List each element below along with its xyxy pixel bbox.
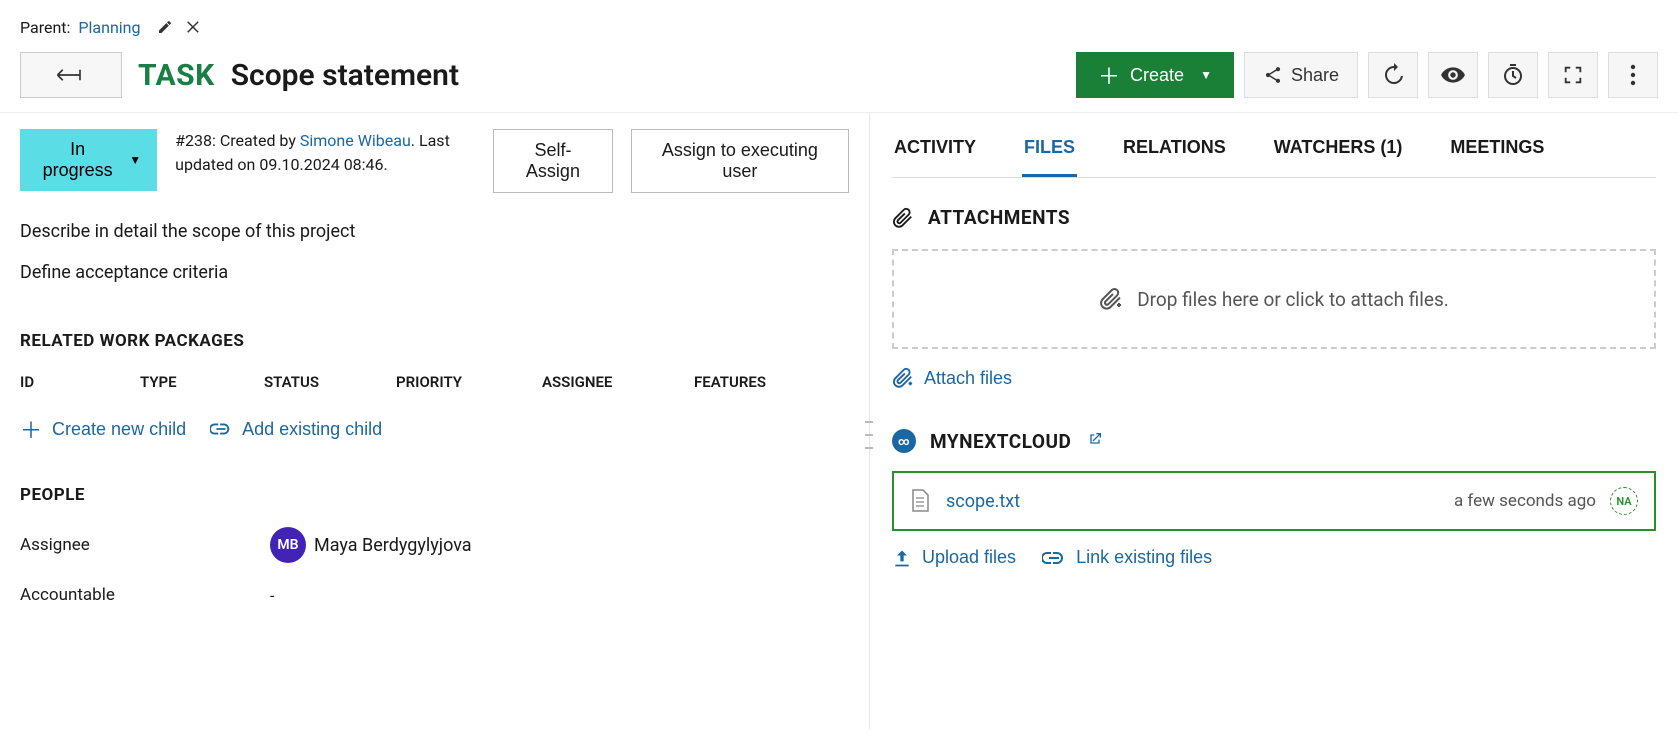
- plus-icon: ＋: [20, 413, 42, 445]
- col-assignee[interactable]: ASSIGNEE: [542, 373, 646, 391]
- tab-activity[interactable]: ACTIVITY: [892, 129, 978, 177]
- timer-button[interactable]: [1488, 52, 1538, 98]
- storage-header: ∞ MYNEXTCLOUD: [892, 429, 1656, 453]
- attach-files-label: Attach files: [924, 368, 1012, 389]
- related-section-title: RELATED WORK PACKAGES: [20, 331, 849, 351]
- chevron-down-icon: ▼: [129, 153, 141, 167]
- watch-button[interactable]: [1428, 52, 1478, 98]
- col-type[interactable]: TYPE: [140, 373, 216, 391]
- accountable-label: Accountable: [20, 585, 160, 605]
- upload-files-button[interactable]: Upload files: [892, 547, 1016, 568]
- edit-parent-icon[interactable]: [155, 17, 175, 37]
- file-time: a few seconds ago: [1454, 491, 1596, 511]
- author-link[interactable]: Simone Wibeau: [300, 131, 411, 150]
- people-section-title: PEOPLE: [20, 485, 849, 505]
- col-priority[interactable]: PRIORITY: [396, 373, 494, 391]
- create-child-button[interactable]: ＋ Create new child: [20, 413, 186, 445]
- tab-meetings[interactable]: MEETINGS: [1448, 129, 1546, 177]
- tab-bar: ACTIVITY FILES RELATIONS WATCHERS (1) ME…: [892, 129, 1656, 178]
- nextcloud-icon: ∞: [892, 429, 916, 453]
- accountable-row: Accountable -: [20, 585, 849, 605]
- description-line-1: Describe in detail the scope of this pro…: [20, 221, 849, 242]
- fullscreen-button[interactable]: [1548, 52, 1598, 98]
- tab-relations[interactable]: RELATIONS: [1121, 129, 1228, 177]
- history-icon: [1381, 63, 1405, 87]
- attach-icon: [892, 367, 914, 389]
- user-badge: NA: [1610, 487, 1638, 515]
- assignee-label: Assignee: [20, 535, 160, 555]
- create-button-label: Create: [1130, 65, 1184, 86]
- file-icon: [910, 489, 930, 513]
- file-name: scope.txt: [946, 491, 1020, 512]
- assignee-row: Assignee MB Maya Berdygylyjova: [20, 527, 849, 563]
- status-label: In progress: [36, 139, 119, 181]
- kebab-icon: [1630, 64, 1636, 86]
- close-parent-icon[interactable]: [183, 16, 205, 38]
- eye-icon: [1440, 62, 1466, 88]
- more-actions-button[interactable]: [1608, 52, 1658, 98]
- create-child-label: Create new child: [52, 419, 186, 440]
- related-table: ID TYPE STATUS PRIORITY ASSIGNEE FEATURE…: [20, 373, 849, 401]
- right-pane: ACTIVITY FILES RELATIONS WATCHERS (1) ME…: [870, 113, 1678, 729]
- self-assign-button[interactable]: Self-Assign: [493, 129, 613, 193]
- back-arrow-icon: [56, 65, 86, 85]
- type-badge: TASK: [138, 58, 215, 93]
- col-id[interactable]: ID: [20, 373, 92, 391]
- meta-prefix: #238: Created by: [175, 131, 300, 150]
- page-title[interactable]: Scope statement: [231, 58, 459, 93]
- fullscreen-icon: [1562, 64, 1584, 86]
- description-block[interactable]: Describe in detail the scope of this pro…: [20, 221, 849, 283]
- left-pane: In progress ▼ #238: Created by Simone Wi…: [0, 113, 870, 729]
- back-button[interactable]: [20, 52, 122, 98]
- add-existing-label: Add existing child: [242, 419, 382, 440]
- meta-text: #238: Created by Simone Wibeau. Last upd…: [175, 129, 475, 177]
- attach-icon: [1099, 287, 1123, 311]
- link-icon: [1042, 550, 1066, 566]
- assignee-value[interactable]: MB Maya Berdygylyjova: [270, 527, 472, 563]
- share-button-label: Share: [1291, 65, 1339, 86]
- parent-link[interactable]: Planning: [78, 18, 140, 37]
- paperclip-icon: [892, 207, 914, 229]
- share-icon: [1263, 65, 1283, 85]
- attachments-title: ATTACHMENTS: [928, 206, 1070, 229]
- assignee-name: Maya Berdygylyjova: [314, 535, 472, 556]
- link-icon: [210, 422, 232, 436]
- link-existing-button[interactable]: Link existing files: [1042, 547, 1212, 568]
- tab-watchers[interactable]: WATCHERS (1): [1272, 129, 1405, 177]
- file-row[interactable]: scope.txt a few seconds ago NA: [892, 471, 1656, 531]
- upload-icon: [892, 548, 912, 568]
- link-existing-label: Link existing files: [1076, 547, 1212, 568]
- add-existing-child-button[interactable]: Add existing child: [210, 413, 382, 445]
- external-link-icon[interactable]: [1087, 431, 1103, 451]
- breadcrumb-bar: Parent: Planning: [0, 0, 1678, 46]
- accountable-value[interactable]: -: [270, 586, 274, 605]
- share-button[interactable]: Share: [1244, 52, 1358, 98]
- create-button[interactable]: ＋ Create ▼: [1076, 52, 1234, 98]
- col-status[interactable]: STATUS: [264, 373, 348, 391]
- history-button[interactable]: [1368, 52, 1418, 98]
- attachments-dropzone[interactable]: Drop files here or click to attach files…: [892, 249, 1656, 349]
- parent-label: Parent:: [20, 18, 70, 37]
- upload-files-label: Upload files: [922, 547, 1016, 568]
- splitter-handle[interactable]: [865, 421, 873, 449]
- status-dropdown[interactable]: In progress ▼: [20, 129, 157, 191]
- assign-executing-button[interactable]: Assign to executing user: [631, 129, 849, 193]
- col-features[interactable]: FEATURES: [694, 373, 794, 391]
- dropzone-text: Drop files here or click to attach files…: [1137, 288, 1449, 311]
- description-line-2: Define acceptance criteria: [20, 262, 849, 283]
- clock-icon: [1501, 63, 1525, 87]
- avatar: MB: [270, 527, 306, 563]
- title-row: TASK Scope statement ＋ Create ▼ Share: [0, 46, 1678, 113]
- chevron-down-icon: ▼: [1200, 68, 1212, 82]
- plus-icon: ＋: [1098, 59, 1120, 91]
- attach-files-button[interactable]: Attach files: [892, 367, 1012, 389]
- attachments-header: ATTACHMENTS: [892, 206, 1656, 229]
- tab-files[interactable]: FILES: [1022, 129, 1077, 177]
- storage-title: MYNEXTCLOUD: [930, 430, 1071, 453]
